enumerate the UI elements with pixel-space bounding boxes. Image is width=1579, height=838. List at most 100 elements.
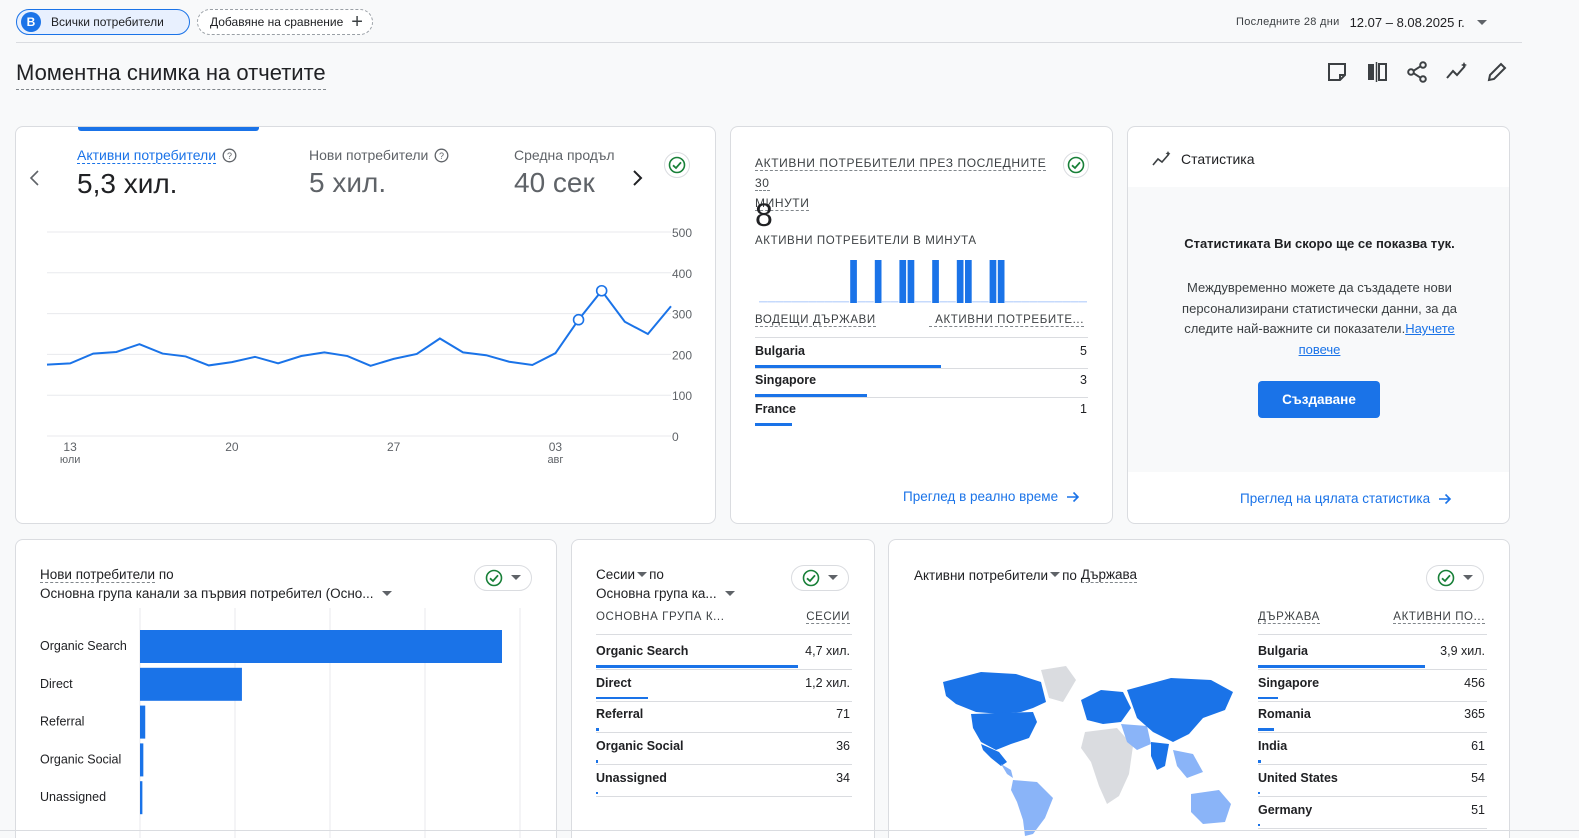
date-range-picker[interactable]: Последните 28 дни 12.07 – 8.08.2025 г. bbox=[1236, 13, 1487, 31]
edit-pencil-icon[interactable] bbox=[1485, 60, 1509, 84]
map-usa bbox=[971, 712, 1037, 750]
svg-text:?: ? bbox=[227, 151, 232, 161]
country-share-bar bbox=[755, 423, 793, 426]
add-comparison-button[interactable]: Добавяне на сравнение + bbox=[197, 9, 373, 35]
plus-icon: + bbox=[351, 11, 363, 33]
status-check-dropdown[interactable] bbox=[791, 565, 849, 591]
country-name: Singapore bbox=[755, 373, 817, 387]
insights-heading: Статистиката Ви скоро ще се показва тук. bbox=[1184, 236, 1455, 251]
compare-columns-icon[interactable] bbox=[1365, 60, 1389, 84]
dimension-selector[interactable]: Основна група ка... bbox=[596, 586, 735, 601]
segment-chip[interactable]: B Всички потребители bbox=[16, 9, 190, 35]
x-tick-label: 27 bbox=[387, 440, 401, 454]
chevron-down-icon bbox=[1476, 13, 1487, 31]
insights-sparkle-icon bbox=[1152, 151, 1172, 167]
minute-bar-empty bbox=[890, 301, 899, 303]
learn-more-link[interactable]: Научете bbox=[1405, 321, 1455, 336]
x-tick-month-label: юли bbox=[60, 454, 81, 466]
chevron-down-icon bbox=[511, 575, 521, 581]
channel-name: Referral bbox=[596, 707, 644, 722]
country-value: 54 bbox=[1471, 770, 1485, 785]
status-check-icon[interactable] bbox=[1063, 152, 1089, 178]
category-label: Organic Search bbox=[40, 639, 127, 653]
minute-bar bbox=[899, 260, 907, 303]
map-southeast-asia bbox=[1173, 750, 1203, 778]
minute-bar-empty bbox=[1054, 301, 1063, 303]
create-insight-button[interactable]: Създаване bbox=[1258, 381, 1380, 418]
realtime-card: АКТИВНИ ПОТРЕБИТЕЛИ ПРЕЗ ПОСЛЕДНИТЕ 30 М… bbox=[730, 126, 1113, 524]
divider bbox=[755, 368, 1088, 369]
card-title: Сесии по bbox=[596, 567, 664, 582]
channel-value: 1,2 хил. bbox=[805, 675, 850, 690]
channel-name: Direct bbox=[596, 675, 632, 690]
channel-share-bar bbox=[596, 791, 598, 795]
by-word: по bbox=[1062, 567, 1077, 583]
minute-bar-empty bbox=[857, 301, 866, 303]
header-divider bbox=[16, 42, 1522, 43]
insights-icon[interactable] bbox=[1445, 60, 1469, 84]
minute-bar-empty bbox=[1013, 301, 1022, 303]
country-name: Germany bbox=[1258, 802, 1313, 817]
next-tab-arrow-icon[interactable] bbox=[632, 169, 644, 192]
active-tab-indicator bbox=[78, 127, 259, 131]
insights-body-line3: следите най-важните си показатели. bbox=[1184, 321, 1406, 336]
tab-active-users[interactable]: Активни потребители ? 5,3 хил. bbox=[77, 147, 287, 200]
tab-avg-duration[interactable]: Средна продъл 40 сек bbox=[514, 147, 621, 199]
country-value: 456 bbox=[1464, 675, 1485, 690]
status-check-dropdown[interactable] bbox=[474, 565, 532, 591]
metric-selector[interactable]: Активни потребители bbox=[914, 568, 1048, 583]
channel-share-bar bbox=[596, 696, 648, 700]
map-central-america bbox=[1001, 764, 1013, 778]
map-europe bbox=[1081, 690, 1131, 724]
note-icon[interactable] bbox=[1325, 60, 1349, 84]
insights-card: Статистика Статистиката Ви скоро ще се п… bbox=[1127, 126, 1510, 524]
x-tick-month-label: авг bbox=[547, 454, 563, 466]
status-check-icon bbox=[802, 569, 820, 587]
status-check-icon[interactable] bbox=[664, 152, 690, 178]
divider bbox=[596, 732, 852, 734]
minute-bar-empty bbox=[882, 301, 891, 303]
all-insights-link[interactable]: Преглед на цялата статистика bbox=[1240, 491, 1452, 506]
minute-bar-empty bbox=[980, 301, 989, 303]
country-name: Bulgaria bbox=[1258, 644, 1309, 658]
dropdown-arrow-icon bbox=[1050, 572, 1061, 578]
channel-name: Organic Social bbox=[596, 739, 684, 754]
y-tick-label: 400 bbox=[672, 267, 692, 281]
share-icon[interactable] bbox=[1405, 60, 1429, 84]
divider bbox=[596, 764, 852, 766]
tab-new-users-label: Нови потребители bbox=[309, 147, 429, 163]
chevron-down-icon bbox=[828, 575, 838, 581]
minute-bar-empty bbox=[1005, 301, 1014, 303]
create-insight-button-label: Създаване bbox=[1282, 392, 1356, 407]
minute-bar bbox=[989, 260, 997, 303]
channel-value: 4,7 хил. bbox=[805, 644, 850, 658]
dimension-selector[interactable]: Държава bbox=[1080, 567, 1138, 583]
overview-card: Активни потребители ? 5,3 хил. Нови потр… bbox=[15, 126, 716, 524]
arrow-right-icon bbox=[1438, 492, 1452, 506]
learn-more-link-cont[interactable]: повече bbox=[1299, 342, 1341, 357]
tab-new-users-value: 5 хил. bbox=[309, 167, 387, 198]
country-value: 51 bbox=[1471, 802, 1485, 817]
channel-value: 34 bbox=[836, 770, 850, 785]
page-title[interactable]: Моментна снимка на отчетите bbox=[16, 60, 326, 90]
all-insights-link-label: Преглед на цялата статистика bbox=[1240, 491, 1431, 506]
prev-tab-arrow-icon[interactable] bbox=[28, 169, 40, 192]
by-word: по bbox=[158, 567, 174, 582]
x-tick-label: 03 bbox=[549, 440, 563, 454]
minute-bar bbox=[997, 260, 1005, 303]
minute-bar-empty bbox=[783, 301, 792, 303]
help-icon[interactable]: ? bbox=[434, 148, 449, 163]
y-tick-label: 300 bbox=[672, 308, 692, 322]
help-icon[interactable]: ? bbox=[222, 148, 237, 163]
country-name: Romania bbox=[1258, 707, 1311, 722]
status-check-dropdown[interactable] bbox=[1426, 565, 1484, 591]
per-minute-label: АКТИВНИ ПОТРЕБИТЕЛИ В МИНУТА bbox=[755, 235, 977, 247]
metric-selector[interactable]: Нови потребители bbox=[40, 567, 156, 583]
arrow-right-icon bbox=[1066, 490, 1080, 504]
realtime-link[interactable]: Преглед в реално време bbox=[903, 489, 1080, 504]
minute-bar-empty bbox=[767, 301, 776, 303]
metric-selector[interactable]: Сесии bbox=[596, 567, 635, 582]
tab-new-users[interactable]: Нови потребители ? 5 хил. bbox=[309, 147, 499, 199]
divider bbox=[1258, 764, 1487, 766]
dimension-selector[interactable]: Основна група канали за първия потребите… bbox=[40, 586, 392, 601]
